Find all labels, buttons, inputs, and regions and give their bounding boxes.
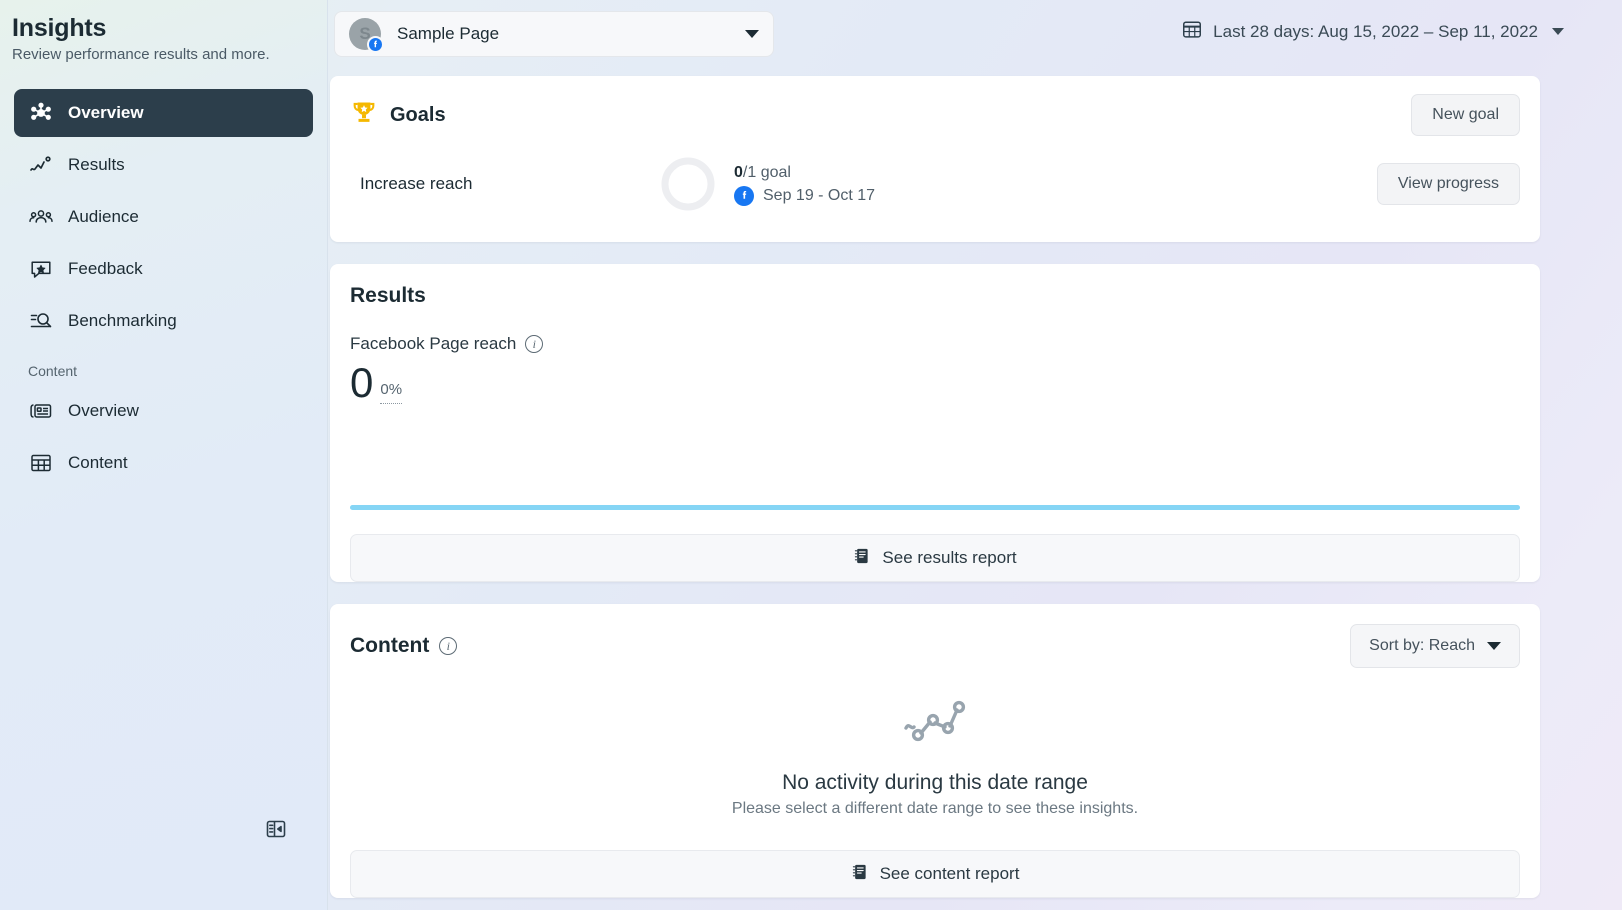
info-icon[interactable]: i xyxy=(525,335,543,353)
sidebar-item-label: Audience xyxy=(68,207,139,227)
page-selector-dropdown[interactable]: S Sample Page xyxy=(334,11,774,57)
report-doc-icon xyxy=(851,863,869,886)
sidebar-item-results[interactable]: Results xyxy=(14,141,313,189)
content-header: Content i Sort by: Reach xyxy=(330,604,1540,668)
empty-state-title: No activity during this date range xyxy=(330,771,1540,795)
date-range-picker[interactable]: Last 28 days: Aug 15, 2022 – Sep 11, 202… xyxy=(1181,18,1564,45)
sidebar-item-audience[interactable]: Audience xyxy=(14,193,313,241)
results-metric-value-row: 0 0% xyxy=(350,362,1520,404)
chevron-down-icon xyxy=(745,30,759,38)
goal-progress-ring xyxy=(660,156,716,212)
results-card: Results Facebook Page reach i 0 0% S xyxy=(330,264,1540,582)
new-goal-button[interactable]: New goal xyxy=(1411,94,1520,136)
sidebar-item-content[interactable]: Content xyxy=(14,439,313,487)
page-title: Insights xyxy=(12,14,309,43)
see-content-report-button[interactable]: See content report xyxy=(350,850,1520,898)
results-metric-label-row: Facebook Page reach i xyxy=(350,334,1520,354)
brand-header: Insights Review performance results and … xyxy=(0,0,327,69)
sort-by-label: Sort by: Reach xyxy=(1369,637,1475,655)
goal-progress-current: 0 xyxy=(734,164,743,181)
see-content-report-label: See content report xyxy=(880,864,1020,884)
trophy-icon xyxy=(350,99,378,132)
goal-progress-text: 0/1 goal xyxy=(734,162,1377,184)
goal-dates: Sep 19 - Oct 17 xyxy=(763,187,875,205)
goals-header: Goals New goal xyxy=(330,76,1540,142)
calendar-icon xyxy=(1181,18,1203,45)
chart-series-line xyxy=(350,505,1520,510)
page-subtitle: Review performance results and more. xyxy=(12,46,309,63)
facebook-badge-icon xyxy=(367,36,384,53)
empty-state-subtitle: Please select a different date range to … xyxy=(330,800,1540,818)
goal-dates-row: Sep 19 - Oct 17 xyxy=(734,186,1377,206)
line-chart-icon xyxy=(28,152,54,178)
chevron-down-icon xyxy=(1487,642,1501,650)
results-title: Results xyxy=(350,284,1520,308)
goal-name: Increase reach xyxy=(360,174,660,194)
sidebar-item-overview[interactable]: Overview xyxy=(14,89,313,137)
chevron-down-icon xyxy=(1552,28,1564,35)
sidebar-section-label: Content xyxy=(14,349,313,387)
line-chart-nodes-icon xyxy=(902,739,968,756)
sidebar-nav: Overview Results xyxy=(0,89,327,487)
sidebar-item-label: Overview xyxy=(68,401,139,421)
info-icon[interactable]: i xyxy=(439,637,457,655)
sidebar-item-label: Benchmarking xyxy=(68,311,177,331)
metric-value: 0 xyxy=(350,362,373,404)
metric-delta: 0% xyxy=(380,381,402,404)
report-doc-icon xyxy=(853,547,871,570)
sidebar-item-benchmarking[interactable]: Benchmarking xyxy=(14,297,313,345)
content-title: Content xyxy=(350,634,429,658)
speech-bubble-star-icon xyxy=(28,256,54,282)
content-card: Content i Sort by: Reach No activity du xyxy=(330,604,1540,898)
date-range-label: Last 28 days: Aug 15, 2022 – Sep 11, 202… xyxy=(1213,22,1538,42)
goals-card: Goals New goal Increase reach 0/1 goal xyxy=(330,76,1540,242)
goal-row: Increase reach 0/1 goal Sep 19 - Oct 17 … xyxy=(330,142,1540,242)
people-group-icon xyxy=(28,204,54,230)
sidebar-item-content-overview[interactable]: Overview xyxy=(14,387,313,435)
sidebar-item-label: Content xyxy=(68,453,128,473)
sort-by-dropdown[interactable]: Sort by: Reach xyxy=(1350,624,1520,668)
table-grid-icon xyxy=(28,450,54,476)
see-results-report-button[interactable]: See results report xyxy=(350,534,1520,582)
topbar: S Sample Page Last 28 days: Aug 15, 2022… xyxy=(328,0,1622,68)
sidebar-item-feedback[interactable]: Feedback xyxy=(14,245,313,293)
content-empty-state: No activity during this date range Pleas… xyxy=(330,668,1540,826)
magnifier-list-icon xyxy=(28,308,54,334)
facebook-icon xyxy=(734,186,754,206)
page-selector-label: Sample Page xyxy=(397,24,745,44)
sidebar-collapse-icon[interactable] xyxy=(262,815,290,843)
results-chart xyxy=(350,414,1520,510)
main-content: Goals New goal Increase reach 0/1 goal xyxy=(328,68,1622,910)
avatar: S xyxy=(349,18,381,50)
sidebar-item-label: Feedback xyxy=(68,259,143,279)
sidebar: Insights Review performance results and … xyxy=(0,0,328,910)
card-preview-icon xyxy=(28,398,54,424)
see-results-report-label: See results report xyxy=(882,548,1016,568)
overview-hub-icon xyxy=(28,100,54,126)
goal-progress-total: /1 goal xyxy=(743,164,791,181)
sidebar-item-label: Overview xyxy=(68,103,144,123)
sidebar-item-label: Results xyxy=(68,155,125,175)
view-progress-button[interactable]: View progress xyxy=(1377,163,1520,205)
metric-label-text: Facebook Page reach xyxy=(350,334,516,354)
goals-title: Goals xyxy=(390,104,446,127)
